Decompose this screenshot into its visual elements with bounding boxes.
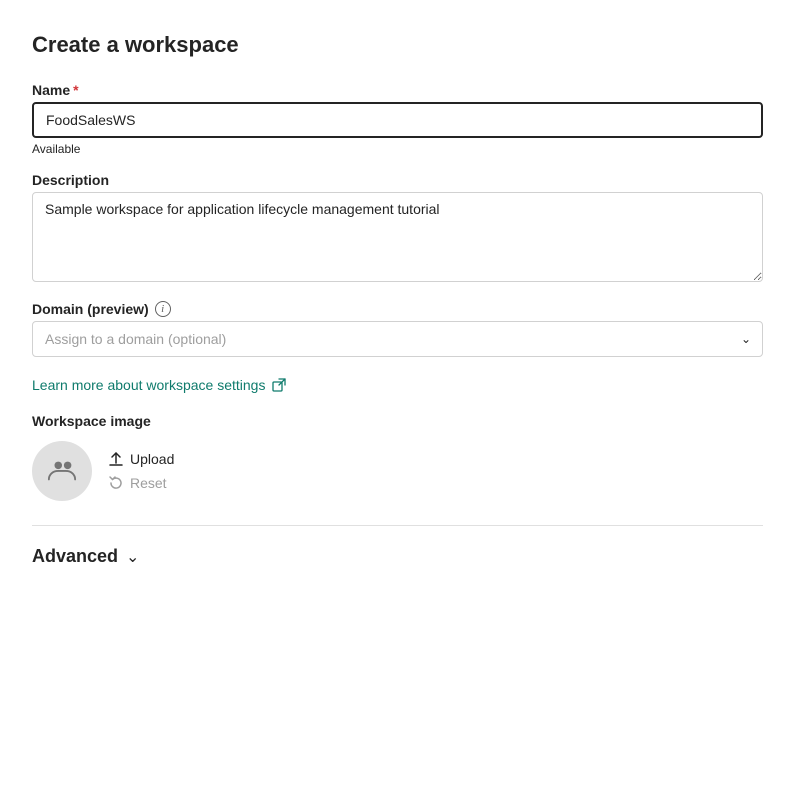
domain-info-icon[interactable]: i [155, 301, 171, 317]
name-availability-status: Available [32, 142, 763, 156]
description-group: Description Sample workspace for applica… [32, 172, 763, 285]
advanced-chevron-icon: ⌄ [126, 547, 139, 567]
description-input[interactable]: Sample workspace for application lifecyc… [32, 192, 763, 282]
workspace-avatar [32, 441, 92, 501]
description-label: Description [32, 172, 763, 188]
upload-icon [108, 451, 124, 467]
learn-more-link[interactable]: Learn more about workspace settings [32, 377, 287, 393]
external-link-icon [271, 377, 287, 393]
advanced-section[interactable]: Advanced ⌄ [32, 546, 763, 567]
workspace-image-section: Workspace image [32, 413, 763, 501]
name-label: Name* [32, 82, 763, 98]
name-input[interactable] [32, 102, 763, 138]
domain-select-wrapper: Assign to a domain (optional) ⌄ [32, 321, 763, 357]
domain-label-row: Domain (preview) i [32, 301, 763, 317]
create-workspace-panel: Create a workspace Name* Available Descr… [0, 0, 795, 607]
domain-label: Domain (preview) [32, 301, 149, 317]
reset-button[interactable]: Reset [108, 475, 174, 491]
image-row: Upload Reset [32, 441, 763, 501]
workspace-image-label: Workspace image [32, 413, 763, 429]
domain-select[interactable]: Assign to a domain (optional) [32, 321, 763, 357]
advanced-label: Advanced [32, 546, 118, 567]
upload-button[interactable]: Upload [108, 451, 174, 467]
reset-icon [108, 475, 124, 491]
required-indicator: * [73, 82, 78, 98]
image-actions: Upload Reset [108, 451, 174, 491]
avatar-icon [47, 455, 77, 488]
domain-group: Domain (preview) i Assign to a domain (o… [32, 301, 763, 357]
section-divider [32, 525, 763, 526]
page-title: Create a workspace [32, 32, 763, 58]
name-group: Name* Available [32, 82, 763, 156]
